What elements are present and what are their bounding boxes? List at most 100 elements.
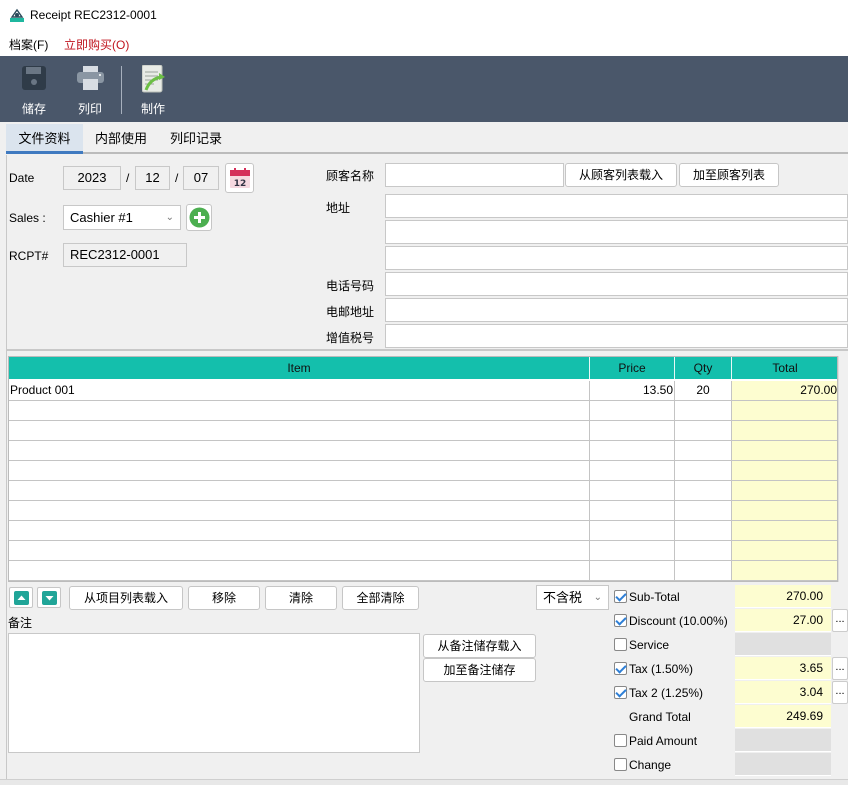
tax2-more-button[interactable]: ... — [832, 681, 848, 704]
tab-internal-use[interactable]: 内部使用 — [83, 124, 159, 154]
grid-cell-price[interactable] — [590, 541, 675, 561]
grid-cell-item[interactable] — [9, 521, 590, 541]
clear-all-button[interactable]: 全部清除 — [342, 586, 419, 610]
customer-name-input[interactable] — [385, 163, 564, 187]
grid-cell-total[interactable] — [732, 521, 837, 541]
grid-cell-item[interactable] — [9, 441, 590, 461]
paid-checkbox[interactable] — [614, 734, 627, 747]
discount-checkbox[interactable] — [614, 614, 627, 627]
vat-number-input[interactable] — [385, 324, 848, 348]
tab-document-info[interactable]: 文件资料 — [6, 124, 83, 154]
grand_total-label: Grand Total — [629, 710, 691, 724]
print-button[interactable]: 列印 — [63, 56, 117, 122]
date-day-field[interactable]: 07 — [183, 166, 219, 190]
menu-file[interactable]: 档案(F) — [9, 36, 48, 53]
grid-scrollbar[interactable] — [838, 356, 848, 582]
move-up-button[interactable] — [9, 587, 33, 608]
rcpt-number-field[interactable]: REC2312-0001 — [63, 243, 187, 267]
grid-cell-qty[interactable] — [675, 461, 732, 481]
grid-cell-qty[interactable] — [675, 541, 732, 561]
grid-cell-qty[interactable] — [675, 481, 732, 501]
date-year-field[interactable]: 2023 — [63, 166, 121, 190]
floppy-disk-icon — [22, 66, 46, 90]
tax-checkbox[interactable] — [614, 662, 627, 675]
date-separator: / — [175, 171, 179, 185]
column-header-price[interactable]: Price — [590, 357, 675, 379]
address-line-2-input[interactable] — [385, 220, 848, 244]
grid-cell-price[interactable] — [590, 481, 675, 501]
tab-print-log[interactable]: 列印记录 — [158, 124, 234, 154]
change-checkbox[interactable] — [614, 758, 627, 771]
grid-cell-total[interactable] — [732, 481, 837, 501]
tax-mode-select[interactable]: 不含税 ⌄ — [536, 585, 609, 610]
notes-textarea[interactable] — [8, 633, 420, 753]
grid-cell-item[interactable] — [9, 501, 590, 521]
items-grid[interactable]: Item Price Qty Total Product 001 13.50 20 2… — [8, 356, 838, 582]
service-value — [735, 633, 831, 656]
tax-more-button[interactable]: ... — [832, 657, 848, 680]
column-header-total[interactable]: Total — [732, 357, 837, 379]
subtotal-checkbox[interactable] — [614, 590, 627, 603]
grid-cell-price[interactable] — [590, 441, 675, 461]
load-from-notes-store-button[interactable]: 从备注储存载入 — [423, 634, 536, 658]
email-input[interactable] — [385, 298, 848, 322]
address-line-3-input[interactable] — [385, 246, 848, 270]
grid-cell-item[interactable] — [9, 541, 590, 561]
discount-more-button[interactable]: ... — [832, 609, 848, 632]
grid-cell-total[interactable] — [732, 401, 837, 421]
grid-cell-item[interactable] — [9, 561, 590, 581]
grid-cell-total[interactable] — [732, 541, 837, 561]
grid-cell-total[interactable] — [732, 441, 837, 461]
menu-bar: 档案(F) 立即购买(O) — [0, 30, 848, 56]
add-sales-button[interactable] — [186, 204, 212, 231]
grid-cell-total[interactable] — [732, 461, 837, 481]
grid-cell-qty[interactable]: 20 — [675, 381, 732, 401]
grid-cell-total[interactable]: 270.00 — [732, 381, 837, 401]
grid-cell-qty[interactable] — [675, 521, 732, 541]
grid-cell-price[interactable] — [590, 521, 675, 541]
add-to-customer-list-button[interactable]: 加至顾客列表 — [679, 163, 779, 187]
grid-cell-price[interactable] — [590, 461, 675, 481]
tax2-value: 3.04 — [735, 681, 831, 704]
grid-cell-qty[interactable] — [675, 401, 732, 421]
clear-button[interactable]: 清除 — [265, 586, 337, 610]
grid-cell-price[interactable] — [590, 421, 675, 441]
grid-cell-item[interactable] — [9, 481, 590, 501]
discount-label: Discount (10.00%) — [629, 614, 728, 628]
column-header-qty[interactable]: Qty — [675, 357, 732, 379]
grid-cell-price[interactable] — [590, 561, 675, 581]
grid-cell-item[interactable]: Product 001 — [9, 381, 590, 401]
grid-cell-total[interactable] — [732, 421, 837, 441]
grid-cell-item[interactable] — [9, 401, 590, 421]
chevron-down-icon: ⌄ — [165, 212, 174, 223]
grid-cell-qty[interactable] — [675, 421, 732, 441]
grid-cell-qty[interactable] — [675, 501, 732, 521]
tax2-checkbox[interactable] — [614, 686, 627, 699]
add-to-notes-store-button[interactable]: 加至备注储存 — [423, 658, 536, 682]
date-label: Date — [9, 171, 35, 185]
grid-cell-price[interactable]: 13.50 — [590, 381, 675, 401]
grid-cell-total[interactable] — [732, 501, 837, 521]
move-down-button[interactable] — [37, 587, 61, 608]
calendar-button[interactable]: 12 — [225, 163, 254, 193]
sales-select[interactable]: Cashier #1 ⌄ — [63, 205, 181, 230]
load-from-customer-list-button[interactable]: 从顾客列表载入 — [565, 163, 677, 187]
remove-button[interactable]: 移除 — [188, 586, 260, 610]
grid-cell-total[interactable] — [732, 561, 837, 581]
service-checkbox[interactable] — [614, 638, 627, 651]
grid-cell-price[interactable] — [590, 501, 675, 521]
grid-cell-price[interactable] — [590, 401, 675, 421]
address-line-1-input[interactable] — [385, 194, 848, 218]
change-label: Change — [629, 758, 672, 772]
date-month-field[interactable]: 12 — [135, 166, 170, 190]
grid-cell-item[interactable] — [9, 461, 590, 481]
save-button[interactable]: 储存 — [7, 56, 61, 122]
menu-buy-now[interactable]: 立即购买(O) — [64, 36, 129, 53]
make-button[interactable]: 制作 — [126, 56, 180, 122]
grid-cell-item[interactable] — [9, 421, 590, 441]
load-from-item-list-button[interactable]: 从项目列表载入 — [69, 586, 183, 610]
grid-cell-qty[interactable] — [675, 561, 732, 581]
column-header-item[interactable]: Item — [9, 357, 590, 379]
phone-input[interactable] — [385, 272, 848, 296]
grid-cell-qty[interactable] — [675, 441, 732, 461]
